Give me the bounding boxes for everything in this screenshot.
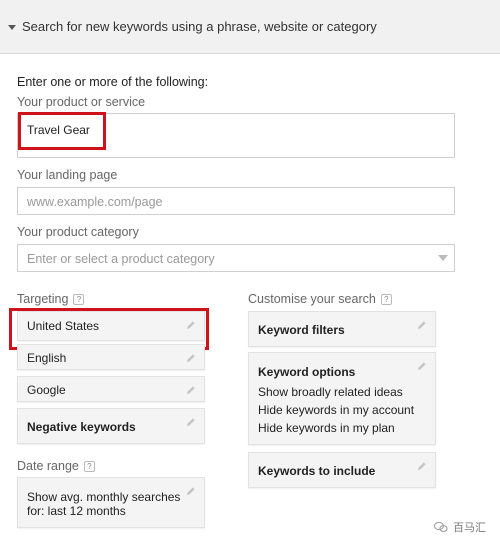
customise-label-text: Customise your search <box>248 292 376 306</box>
category-label: Your product category <box>17 225 139 239</box>
targeting-label: Targeting? <box>17 292 85 306</box>
category-select[interactable]: Enter or select a product category <box>17 244 455 272</box>
help-icon[interactable]: ? <box>380 294 392 306</box>
help-icon[interactable]: ? <box>83 461 95 473</box>
negative-keywords-label: Negative keywords <box>27 420 136 434</box>
highlight-product <box>18 112 106 150</box>
negative-keywords-card[interactable]: Negative keywords <box>17 408 205 444</box>
pencil-icon[interactable] <box>186 353 196 363</box>
landing-page-input[interactable]: www.example.com/page <box>17 187 455 215</box>
pencil-icon[interactable] <box>417 461 427 471</box>
language-value: English <box>27 351 67 365</box>
keyword-options-title: Keyword options <box>258 365 356 379</box>
pencil-icon[interactable] <box>186 385 196 395</box>
product-label: Your product or service <box>17 95 146 109</box>
keyword-option-item: Hide keywords in my plan <box>258 421 395 435</box>
form-intro: Enter one or more of the following: <box>17 75 209 89</box>
keyword-filters-card[interactable]: Keyword filters <box>248 311 436 347</box>
date-range-text: Show avg. monthly searches for: last 12 … <box>27 490 181 518</box>
landing-label: Your landing page <box>17 168 118 182</box>
chat-icon <box>434 521 448 532</box>
pencil-icon[interactable] <box>417 320 427 330</box>
pencil-icon[interactable] <box>186 417 196 427</box>
search-form-panel: Enter one or more of the following: Your… <box>0 55 500 549</box>
keywords-to-include-card[interactable]: Keywords to include <box>248 452 436 488</box>
pencil-icon[interactable] <box>417 361 427 371</box>
watermark-text: 百马汇 <box>453 522 486 534</box>
keyword-option-item: Show broadly related ideas <box>258 385 403 399</box>
targeting-language-card[interactable]: English <box>17 344 205 370</box>
category-placeholder: Enter or select a product category <box>27 252 215 266</box>
keyword-filters-label: Keyword filters <box>258 323 345 337</box>
search-section-header[interactable]: Search for new keywords using a phrase, … <box>0 0 500 54</box>
keyword-options-card[interactable]: Keyword options Show broadly related ide… <box>248 352 436 445</box>
help-icon[interactable]: ? <box>73 294 85 306</box>
date-range-card[interactable]: Show avg. monthly searches for: last 12 … <box>17 477 205 528</box>
customise-label: Customise your search? <box>248 292 392 306</box>
section-title: Search for new keywords using a phrase, … <box>22 19 377 34</box>
watermark: 百马汇 <box>434 519 486 535</box>
dropdown-arrow-icon[interactable] <box>438 255 448 261</box>
pencil-icon[interactable] <box>186 486 196 496</box>
keyword-option-item: Hide keywords in my account <box>258 403 415 417</box>
network-value: Google <box>27 383 66 397</box>
landing-placeholder: www.example.com/page <box>27 195 163 209</box>
targeting-network-card[interactable]: Google <box>17 376 205 402</box>
date-range-label-text: Date range <box>17 459 79 473</box>
keywords-to-include-label: Keywords to include <box>258 464 376 478</box>
collapse-caret-icon[interactable] <box>8 25 16 30</box>
targeting-label-text: Targeting <box>17 292 69 306</box>
date-range-label: Date range? <box>17 459 95 473</box>
